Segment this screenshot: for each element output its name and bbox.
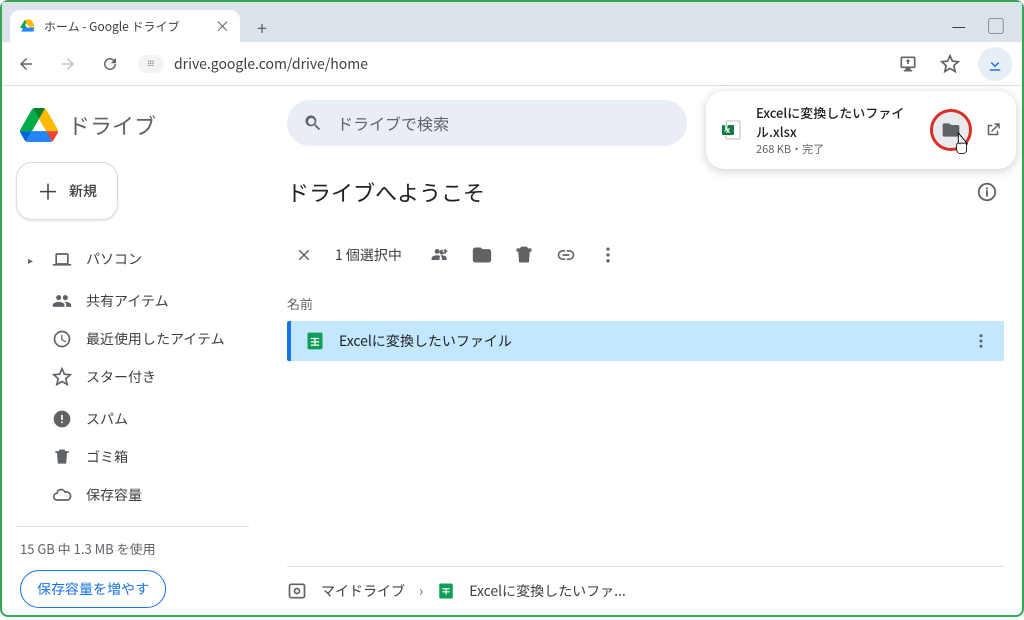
breadcrumb-current[interactable]: Excelに変換したいファ... [469,581,626,601]
sidebar-item-shared[interactable]: 共有アイテム [16,284,249,318]
search-bar[interactable]: ドライブで検索 [287,100,687,146]
open-external-icon[interactable] [984,121,1002,139]
storage-section: 15 GB 中 1.3 MB を使用 保存容量を増やす [16,526,249,620]
buy-storage-button[interactable]: 保存容量を増やす [20,570,166,608]
clear-selection-button[interactable] [287,238,321,272]
sidebar-label: 最近使用したアイテム [86,329,225,349]
search-placeholder: ドライブで検索 [337,111,449,135]
svg-text:X: X [726,126,731,136]
storage-usage-text: 15 GB 中 1.3 MB を使用 [20,539,245,558]
laptop-icon [52,249,72,269]
delete-icon[interactable] [514,245,534,265]
minimize-button[interactable]: — [952,13,966,37]
downloads-button[interactable] [978,47,1012,81]
sidebar-item-starred[interactable]: スター付き [16,360,249,394]
star-icon [52,367,72,387]
sheets-icon [437,582,455,600]
share-icon[interactable] [430,245,450,265]
sidebar-label: 共有アイテム [86,291,169,311]
sidebar-label: パソコン [86,249,142,269]
spam-icon [52,409,72,429]
download-filename: Excelに変換したいファイル.xlsx [756,103,918,141]
column-header-name[interactable]: 名前 [287,286,1004,321]
more-icon[interactable] [598,245,618,265]
new-tab-button[interactable]: + [248,14,276,42]
download-status: 268 KB・完了 [756,141,918,157]
move-icon[interactable]: + [472,245,492,265]
reload-button[interactable] [96,50,124,78]
sidebar: ドライブ ＋ 新規 ▸ パソコン 共有アイテム 最近使用したアイテム スター付き [2,86,257,615]
mydrive-icon [287,581,307,601]
drive-favicon [20,18,36,34]
bookmark-icon[interactable] [936,50,964,78]
tab-title: ホーム - Google ドライブ [44,18,207,35]
drive-brand-text: ドライブ [68,109,156,141]
people-icon [52,291,72,311]
sidebar-label: 保存容量 [86,485,142,505]
sidebar-item-spam[interactable]: スパム [16,402,249,436]
url-text: drive.google.com/drive/home [174,54,368,74]
cloud-icon [52,485,72,505]
sidebar-label: ゴミ箱 [86,447,128,467]
drive-logo-icon [20,106,58,144]
sidebar-item-trash[interactable]: ゴミ箱 [16,440,249,474]
trash-icon [52,447,72,467]
back-button[interactable] [12,50,40,78]
chevron-right-icon: › [419,581,423,601]
svg-text:+: + [479,246,485,261]
maximize-button[interactable]: ▢ [988,13,1004,37]
file-row-selected[interactable]: Excelに変換したいファイル [287,321,1004,361]
selection-count: 1 個選択中 [335,245,402,265]
sidebar-item-storage[interactable]: 保存容量 [16,478,249,512]
info-icon[interactable] [976,181,998,203]
new-button-label: 新規 [69,181,97,201]
sidebar-item-computers[interactable]: ▸ パソコン [16,242,249,276]
file-more-icon[interactable] [972,332,990,350]
address-bar[interactable]: drive.google.com/drive/home [138,48,880,80]
clock-icon [52,329,72,349]
chevron-right-icon: ▸ [28,252,38,267]
page-title: ドライブへようこそ [287,176,485,208]
selection-toolbar: 1 個選択中 + [287,234,1004,286]
sidebar-item-recent[interactable]: 最近使用したアイテム [16,322,249,356]
new-button[interactable]: ＋ 新規 [16,162,118,220]
sheets-icon [305,331,325,351]
site-info-icon[interactable] [138,55,164,73]
plus-icon: ＋ [37,175,59,207]
window-controls: — ▢ [952,13,1014,37]
browser-tabstrip: ホーム - Google ドライブ × + — ▢ [2,2,1022,42]
search-icon [303,113,323,133]
sidebar-label: スパム [86,409,128,429]
cursor-pointer-icon [951,130,973,156]
file-name: Excelに変換したいファイル [339,331,958,351]
xlsx-file-icon: X [720,118,744,142]
browser-tab[interactable]: ホーム - Google ドライブ × [10,10,240,42]
show-in-folder-button[interactable] [930,109,972,151]
close-tab-icon[interactable]: × [215,16,230,37]
link-icon[interactable] [556,245,576,265]
forward-button[interactable] [54,50,82,78]
sidebar-label: スター付き [86,367,156,387]
install-app-icon[interactable] [894,50,922,78]
browser-toolbar: drive.google.com/drive/home X Excelに変換した… [2,42,1022,86]
breadcrumb: マイドライブ › Excelに変換したいファ... [287,566,1004,615]
drive-brand[interactable]: ドライブ [16,100,249,158]
breadcrumb-root[interactable]: マイドライブ [321,581,405,601]
download-popup: X Excelに変換したいファイル.xlsx 268 KB・完了 [706,91,1016,169]
